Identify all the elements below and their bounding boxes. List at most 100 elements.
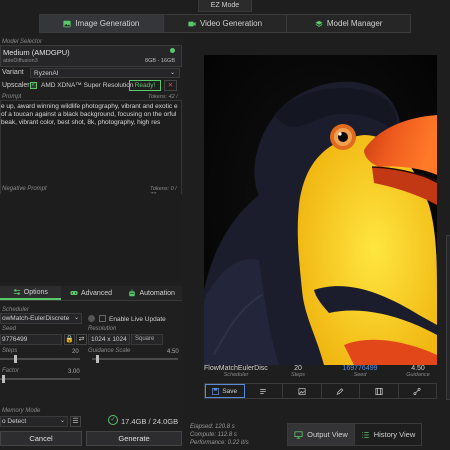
image-icon (63, 20, 71, 27)
variant-dropdown[interactable]: RyzenAI ⌄ (30, 68, 180, 78)
view-image-button[interactable] (283, 384, 322, 398)
history-view-label: History View (373, 430, 416, 439)
history-view-button[interactable]: History View (355, 424, 421, 445)
tab-advanced[interactable]: Advanced (61, 286, 122, 300)
shape-value: Square (135, 336, 155, 342)
tab-image-generation[interactable]: Image Generation (40, 15, 164, 32)
memory-usage: 17.4GB / 24.0GB (121, 417, 179, 426)
live-update-checkbox[interactable] (99, 315, 106, 322)
steps-label: Steps (2, 348, 18, 354)
save-label: Save (222, 387, 238, 395)
upscaler-status: Ready! (129, 80, 161, 91)
memory-mode-value: o Detect (2, 418, 27, 425)
ez-mode-button[interactable]: EZ Mode (198, 0, 252, 12)
chevron-down-icon: ⌄ (59, 418, 65, 424)
main-tabs: Image Generation Video Generation Model … (39, 14, 411, 33)
performance-rate: Performance: 0.22 it/s (190, 440, 249, 446)
model-subname: ableDiffusion3 (3, 58, 38, 64)
meta-scheduler-value: FlowMatchEulerDisc (204, 365, 268, 372)
toucan-image (204, 55, 437, 365)
variant-row: Variant RyzenAI ⌄ (0, 68, 182, 78)
guidance-slider-track[interactable] (92, 358, 178, 360)
resolution-value: 1024 x 1024 (91, 336, 127, 343)
chevron-down-icon: ⌄ (73, 315, 79, 321)
image-icon (298, 387, 306, 395)
live-update-toggle[interactable] (88, 315, 95, 322)
tab-label: Model Manager (326, 19, 383, 28)
resolution-label: Resolution (88, 326, 117, 332)
model-name: Medium (AMDGPU) (3, 48, 70, 57)
model-size: 8GB - 16GB (145, 58, 175, 64)
upscaler-label: Upscaler (2, 82, 30, 89)
scale-slider-track[interactable] (0, 378, 80, 380)
tab-label: Advanced (80, 289, 113, 297)
details-button[interactable] (245, 384, 283, 398)
sliders-icon (13, 289, 20, 295)
upscaler-row: Upscaler ✓ AMD XDNA™ Super Resolution Re… (0, 80, 182, 92)
robot-icon (129, 289, 136, 297)
scale-slider-handle[interactable] (1, 375, 5, 383)
tab-label: Automation (139, 289, 175, 297)
edit-button[interactable] (322, 384, 360, 398)
view-switcher: Output View History View (287, 423, 422, 446)
scale-factor-value: 3.00 (68, 369, 80, 375)
output-view-button[interactable]: Output View (288, 424, 355, 445)
edit-icon (336, 387, 344, 395)
tab-video-generation[interactable]: Video Generation (164, 15, 288, 32)
video-button[interactable] (360, 384, 399, 398)
memory-mode-dropdown[interactable]: o Detect ⌄ (0, 416, 68, 427)
guidance-label: Guidance Scale (88, 348, 131, 354)
memory-settings-icon[interactable]: ☰ (70, 416, 81, 427)
steps-slider-handle[interactable] (14, 355, 18, 363)
left-panel: Model Selector Medium (AMDGPU) ableDiffu… (0, 36, 183, 450)
nodes-icon (413, 387, 421, 395)
memory-mode-label: Memory Mode (2, 408, 41, 414)
scale-factor-label: Factor (2, 368, 20, 374)
steps-value: 20 (72, 349, 79, 355)
list-icon (362, 431, 369, 438)
options-tabs: Options Advanced Automation (0, 286, 182, 301)
upscaler-checkbox[interactable]: ✓ (30, 82, 37, 89)
lock-icon[interactable]: 🔒 (64, 334, 75, 345)
cancel-button[interactable]: Cancel (0, 431, 82, 446)
negative-prompt-input[interactable] (0, 194, 182, 282)
generate-button[interactable]: Generate (86, 431, 182, 446)
share-button[interactable] (399, 384, 437, 398)
model-dropdown[interactable]: Medium (AMDGPU) ableDiffusion3 8GB - 16G… (0, 45, 182, 67)
variant-label: Variant (2, 69, 24, 76)
meta-seed-value[interactable]: 169776499 (334, 365, 386, 372)
tab-label: Image Generation (75, 19, 140, 28)
variant-value: RyzenAI (34, 70, 59, 77)
tab-automation[interactable]: Automation (121, 286, 182, 300)
seed-input[interactable]: 9776499 (0, 334, 62, 345)
meta-steps-value: 20 (294, 365, 302, 372)
generation-metadata: FlowMatchEulerDisc Scheduler 20 Steps 16… (204, 365, 437, 383)
tab-options[interactable]: Options (0, 286, 61, 300)
close-icon[interactable]: ✕ (164, 80, 177, 91)
upscaler-option: AMD XDNA™ Super Resolution (41, 82, 134, 89)
shuffle-icon[interactable]: ⇄ (76, 334, 87, 345)
guidance-value: 4.50 (167, 349, 179, 355)
negative-prompt-label: Negative Prompt (2, 186, 47, 192)
shape-dropdown[interactable]: Square (131, 334, 163, 345)
meta-seed-key: Seed (353, 372, 367, 378)
seed-value: 9776499 (2, 336, 28, 343)
side-panel-edge[interactable] (446, 235, 450, 400)
list-icon (260, 388, 267, 394)
elapsed-time: Elapsed: 120.8 s (190, 424, 235, 430)
layers-icon (315, 20, 323, 27)
video-icon (188, 21, 196, 26)
live-update-label: Enable Live Update (109, 316, 166, 323)
save-button[interactable]: Save (205, 384, 245, 398)
tab-model-manager[interactable]: Model Manager (287, 15, 410, 32)
guidance-slider-handle[interactable] (96, 355, 100, 363)
meta-scheduler-key: Scheduler (223, 372, 249, 378)
prompt-text: e up, award winning wildlife photography… (1, 103, 178, 126)
model-status-dot (170, 48, 175, 53)
monitor-icon (294, 430, 303, 439)
scheduler-dropdown[interactable]: owMatch-EulerDiscrete ⌄ (0, 313, 82, 324)
film-icon (375, 387, 383, 395)
resolution-dropdown[interactable]: 1024 x 1024 (88, 334, 130, 345)
steps-slider-track[interactable] (0, 358, 80, 360)
generated-image[interactable] (204, 55, 437, 365)
